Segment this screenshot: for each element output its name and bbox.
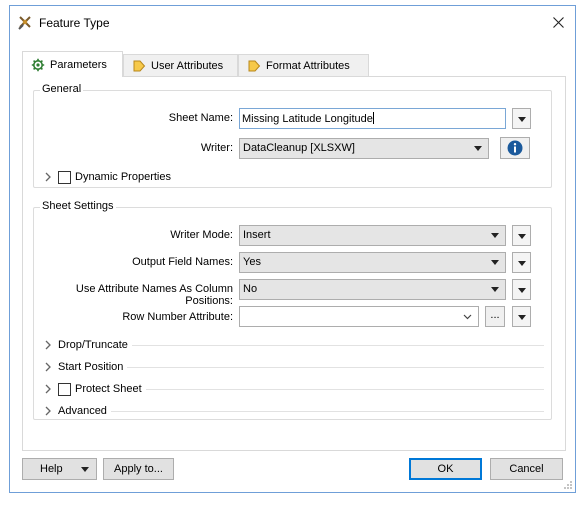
- chevron-down-icon: [491, 260, 499, 265]
- help-button[interactable]: Help: [22, 458, 97, 480]
- chevron-down-icon: [491, 287, 499, 292]
- ok-label: OK: [437, 463, 454, 475]
- app-icon: [18, 16, 31, 30]
- writer-mode-menu-button[interactable]: [512, 225, 531, 246]
- writer-mode-select[interactable]: Insert: [239, 225, 506, 246]
- apply-to-button[interactable]: Apply to...: [103, 458, 174, 480]
- tab-label: Format Attributes: [266, 59, 350, 72]
- chevron-down-icon: [474, 146, 482, 151]
- group-title: Sheet Settings: [40, 200, 116, 212]
- chevron-right-icon: [45, 172, 51, 182]
- sheet-settings-group: Sheet Settings Writer Mode: Insert Outpu…: [33, 200, 552, 420]
- drop-truncate-expander[interactable]: Drop/Truncate: [44, 337, 544, 353]
- title-bar: Feature Type: [10, 6, 575, 38]
- chevron-right-icon: [45, 384, 51, 394]
- output-field-names-label: Output Field Names:: [132, 256, 233, 268]
- tab-label: Parameters: [50, 58, 107, 71]
- writer-value: DataCleanup [XLSXW]: [243, 142, 355, 154]
- protect-sheet-expander[interactable]: Protect Sheet: [44, 381, 544, 397]
- protect-sheet-label: Protect Sheet: [75, 383, 142, 395]
- writer-label: Writer:: [200, 142, 233, 154]
- feature-type-dialog: Feature Type Parameters User Attributes: [9, 5, 576, 493]
- divider: [110, 410, 544, 412]
- gear-icon: [31, 58, 45, 71]
- writer-mode-label: Writer Mode:: [170, 229, 233, 241]
- tag-arrow-icon: [248, 60, 261, 71]
- chevron-down-icon: [518, 288, 526, 293]
- chevron-down-icon: [463, 314, 472, 320]
- advanced-expander[interactable]: Advanced: [44, 403, 544, 419]
- start-position-expander[interactable]: Start Position: [44, 359, 544, 375]
- tab-label: User Attributes: [151, 59, 224, 72]
- writer-select[interactable]: DataCleanup [XLSXW]: [239, 138, 489, 159]
- output-field-names-menu-button[interactable]: [512, 252, 531, 273]
- tab-user-attributes[interactable]: User Attributes: [123, 54, 238, 76]
- row-number-attr-menu-button[interactable]: [512, 306, 531, 327]
- resize-grip-icon[interactable]: [563, 480, 573, 490]
- help-label: Help: [40, 463, 63, 475]
- close-button[interactable]: [541, 6, 575, 38]
- sheet-name-menu-button[interactable]: [512, 108, 531, 129]
- drop-truncate-label: Drop/Truncate: [58, 339, 128, 351]
- row-number-attr-select[interactable]: [239, 306, 479, 327]
- window-title: Feature Type: [39, 16, 110, 30]
- row-number-attr-browse-button[interactable]: ...: [485, 306, 505, 327]
- output-field-names-value: Yes: [243, 256, 261, 268]
- output-field-names-select[interactable]: Yes: [239, 252, 506, 273]
- use-attr-names-value: No: [243, 283, 258, 295]
- chevron-right-icon: [45, 406, 51, 416]
- divider: [145, 388, 544, 390]
- cancel-button[interactable]: Cancel: [490, 458, 563, 480]
- tab-parameters[interactable]: Parameters: [22, 51, 123, 77]
- tag-arrow-icon: [133, 60, 146, 71]
- apply-to-label: Apply to...: [114, 463, 163, 475]
- use-attr-names-label: Use Attribute Names As Column Positions:: [75, 283, 233, 307]
- chevron-down-icon: [518, 261, 526, 266]
- tab-format-attributes[interactable]: Format Attributes: [238, 54, 369, 76]
- use-attr-names-select[interactable]: No: [239, 279, 506, 300]
- chevron-right-icon: [45, 362, 51, 372]
- advanced-label: Advanced: [58, 405, 107, 417]
- general-group: General Sheet Name: Missing Latitude Lon…: [33, 83, 552, 188]
- dynamic-properties-expander[interactable]: Dynamic Properties: [44, 169, 544, 185]
- sheet-name-label: Sheet Name:: [168, 112, 233, 124]
- divider: [127, 366, 544, 368]
- divider: [131, 344, 544, 346]
- start-position-label: Start Position: [58, 361, 124, 373]
- chevron-down-icon: [518, 315, 526, 320]
- ok-button[interactable]: OK: [409, 458, 482, 480]
- writer-info-button[interactable]: [500, 137, 530, 159]
- writer-mode-value: Insert: [243, 229, 271, 241]
- protect-sheet-checkbox[interactable]: [58, 382, 71, 396]
- row-number-attr-label: Row Number Attribute:: [122, 311, 233, 323]
- info-icon: [507, 140, 523, 156]
- sheet-name-value: Missing Latitude Longitude: [242, 113, 373, 125]
- use-attr-names-menu-button[interactable]: [512, 279, 531, 300]
- sheet-name-input[interactable]: Missing Latitude Longitude: [239, 108, 506, 129]
- group-title: General: [40, 83, 84, 95]
- chevron-right-icon: [45, 340, 51, 350]
- dynamic-properties-label: Dynamic Properties: [75, 171, 171, 183]
- chevron-down-icon: [518, 234, 526, 239]
- close-icon: [552, 16, 564, 28]
- dynamic-properties-checkbox[interactable]: [58, 170, 71, 184]
- chevron-down-icon: [81, 467, 89, 472]
- chevron-down-icon: [518, 117, 526, 122]
- chevron-down-icon: [491, 233, 499, 238]
- cancel-label: Cancel: [509, 463, 544, 475]
- parameters-panel: General Sheet Name: Missing Latitude Lon…: [22, 76, 566, 451]
